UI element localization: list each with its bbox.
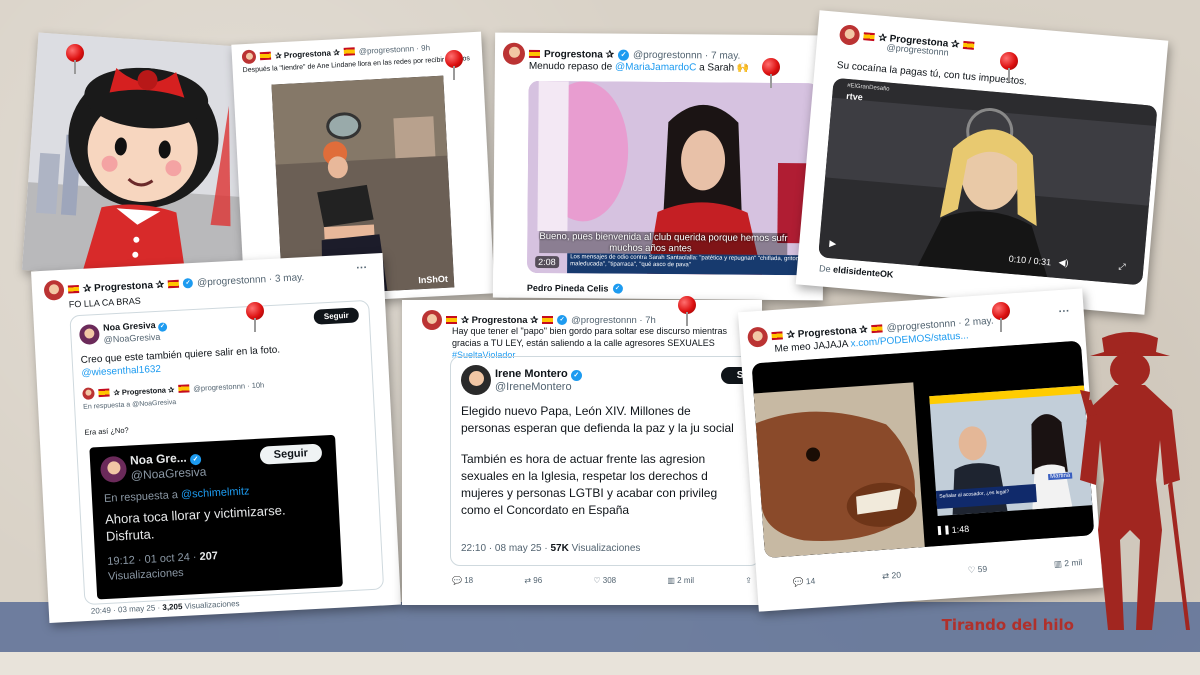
- author-name[interactable]: ✰ Progrestona ✰: [83, 279, 165, 294]
- author-name[interactable]: Progrestona ✰: [544, 48, 614, 60]
- video-time: 1:48: [951, 523, 970, 536]
- tweet-card-jajaja: ✰ Progrestona ✰ @progrestonnn · 2 may. M…: [737, 288, 1104, 612]
- avatar[interactable]: [747, 326, 769, 348]
- pushpin-icon: [760, 58, 782, 88]
- dark-text: Ahora toca llorar y victimizarse. Disfru…: [104, 502, 286, 544]
- mention-link[interactable]: @wiesenthal1632: [81, 364, 161, 379]
- author-handle[interactable]: @progrestonnn · 9h: [359, 43, 431, 56]
- tweet-text: Menudo repaso de @MariaJamardoC a Sarah …: [528, 60, 750, 74]
- volume-icon[interactable]: ◀): [1058, 257, 1069, 269]
- views-stat[interactable]: ▥ 2 mil: [667, 576, 694, 585]
- like-button[interactable]: ♡ 308: [593, 576, 616, 585]
- tweet-card-montero: ✰ Progrestona ✰ ✓ @progrestonnn · 7h Hay…: [402, 300, 762, 605]
- app-watermark: InShOt: [418, 273, 449, 286]
- follow-button[interactable]: Seguir: [313, 307, 360, 325]
- verified-icon: ✓: [570, 369, 582, 381]
- tweet-actions: 💬 14 ⇄ 20 ♡ 59 ▥ 2 mil: [793, 557, 1083, 588]
- bottom-strip: [0, 652, 1200, 675]
- more-options-icon[interactable]: ···: [1058, 305, 1070, 318]
- tv-ticker: Los mensajes de odio contra Sarah Santao…: [567, 253, 818, 276]
- follow-button[interactable]: Seguir: [259, 443, 323, 465]
- video-source[interactable]: De eldisidenteOK: [819, 263, 894, 279]
- quoted-handle[interactable]: @NoaGresiva: [103, 332, 160, 345]
- pushpin-icon: [676, 296, 698, 326]
- dark-meta: 19:12 · 01 oct 24 · 207 Visualizaciones: [107, 550, 219, 583]
- cartoon-girl-illustration: [21, 32, 264, 286]
- channel-logo: rtve: [845, 90, 864, 103]
- fullscreen-icon[interactable]: ⤢: [1118, 261, 1126, 273]
- verified-icon: ✓: [617, 49, 630, 61]
- avatar[interactable]: [99, 455, 128, 483]
- author-name[interactable]: ✰ Progrestona ✰: [275, 48, 340, 60]
- mention-link[interactable]: @MariaJamardoC: [615, 62, 696, 74]
- video-thumbnail[interactable]: rtve #ElGranDesafio ▶ 0:10 / 0:31 ◀) ⤢: [818, 77, 1158, 286]
- avatar[interactable]: [241, 49, 257, 65]
- pushpin-icon: [998, 52, 1020, 82]
- quoted-meta: 22:10 · 08 may 25 · 57K Visualizaciones: [461, 543, 641, 554]
- quoted-text: Creo que este también quiere salir en la…: [80, 344, 281, 379]
- video-thumbnail[interactable]: Señalar al acosador, ¿es legal? Martina …: [751, 340, 1095, 559]
- pushpin-icon: [990, 302, 1012, 332]
- verified-icon: ✓: [182, 277, 194, 289]
- brand-signature: Tirando del hilo: [941, 616, 1074, 634]
- quoted-tweet[interactable]: Irene Montero ✓@IreneMontero Se Elegido …: [450, 356, 760, 566]
- play-icon[interactable]: ▶: [829, 238, 837, 250]
- quoted-name[interactable]: ✰ Progrestona ✰: [113, 385, 174, 397]
- avatar[interactable]: [78, 323, 100, 345]
- author-name[interactable]: ✰ Progrestona ✰: [461, 315, 538, 326]
- embedded-dark-tweet[interactable]: Noa Gre... ✓ @NoaGresiva Seguir En respue…: [89, 434, 343, 600]
- reply-button[interactable]: 💬 18: [452, 576, 473, 585]
- tweet-card-follacabras: ✰ Progrestona ✰ ✓ @progrestonnn · 3 may.…: [31, 253, 401, 623]
- author-handle[interactable]: @progrestonnn · 7h: [571, 315, 656, 326]
- pause-icon[interactable]: ❚❚: [935, 524, 951, 536]
- dark-handle[interactable]: @NoaGresiva: [130, 465, 206, 483]
- pushpin-icon: [244, 302, 266, 332]
- avatar[interactable]: [502, 42, 526, 65]
- video-subtitle: Bueno, pues bienvenida al club querida p…: [539, 230, 788, 256]
- tweet-actions: 💬 18 ⇄ 96 ♡ 308 ▥ 2 mil ⇪: [452, 576, 752, 585]
- pushpin-icon: [64, 44, 86, 74]
- avatar[interactable]: [82, 387, 95, 400]
- author-handle[interactable]: @progrestonnn · 3 may.: [197, 272, 305, 289]
- retweet-button[interactable]: ⇄ 20: [882, 570, 902, 582]
- verified-icon: ✓: [612, 283, 623, 294]
- dark-reply-context: En respuesta a @schimelmitz: [103, 485, 250, 505]
- video-thumbnail[interactable]: Bueno, pues bienvenida al club querida p…: [527, 80, 819, 276]
- quoted-author[interactable]: Pedro Pineda Celis: [527, 283, 609, 294]
- verified-icon: ✓: [157, 322, 168, 332]
- like-button[interactable]: ♡ 59: [967, 564, 987, 576]
- quoted-text: Era así ¿No?: [84, 425, 129, 437]
- retweet-button[interactable]: ⇄ 96: [524, 576, 542, 585]
- detective-silhouette: [1080, 332, 1190, 630]
- reply-context: En respuesta a @NoaGresiva: [83, 399, 177, 411]
- quoted-handle[interactable]: @progrestonnn · 10h: [193, 380, 264, 393]
- quoted-name[interactable]: Noa Gresiva: [103, 320, 156, 333]
- quoted-tweet[interactable]: Noa Gresiva ✓ @NoaGresiva Seguir Creo que…: [69, 299, 385, 606]
- tweet-card-cocaina: ✰ Progrestona ✰ @progrestonnn Su cocaína…: [795, 10, 1169, 315]
- author-handle[interactable]: @progrestonnn · 2 may.: [886, 315, 994, 333]
- author-handle[interactable]: @progrestonnn · 7 may.: [633, 49, 740, 61]
- quoted-text: Elegido nuevo Papa, León XIV. Millones d…: [461, 404, 734, 517]
- reply-button[interactable]: 💬 14: [793, 576, 816, 589]
- quoted-name[interactable]: Irene Montero: [495, 368, 568, 380]
- cartoon-card: [21, 32, 264, 286]
- share-icon[interactable]: ⇪: [745, 576, 752, 585]
- avatar[interactable]: [461, 365, 491, 395]
- pushpin-icon: [443, 50, 465, 80]
- avatar[interactable]: [838, 24, 861, 46]
- quoted-handle[interactable]: @IreneMontero: [495, 381, 572, 393]
- avatar[interactable]: [43, 279, 65, 301]
- verified-icon: ✓: [557, 315, 568, 325]
- video-time: 2:08: [535, 255, 559, 269]
- more-options-icon[interactable]: ···: [356, 262, 368, 275]
- avatar[interactable]: [422, 310, 442, 330]
- verified-icon: ✓: [189, 453, 202, 466]
